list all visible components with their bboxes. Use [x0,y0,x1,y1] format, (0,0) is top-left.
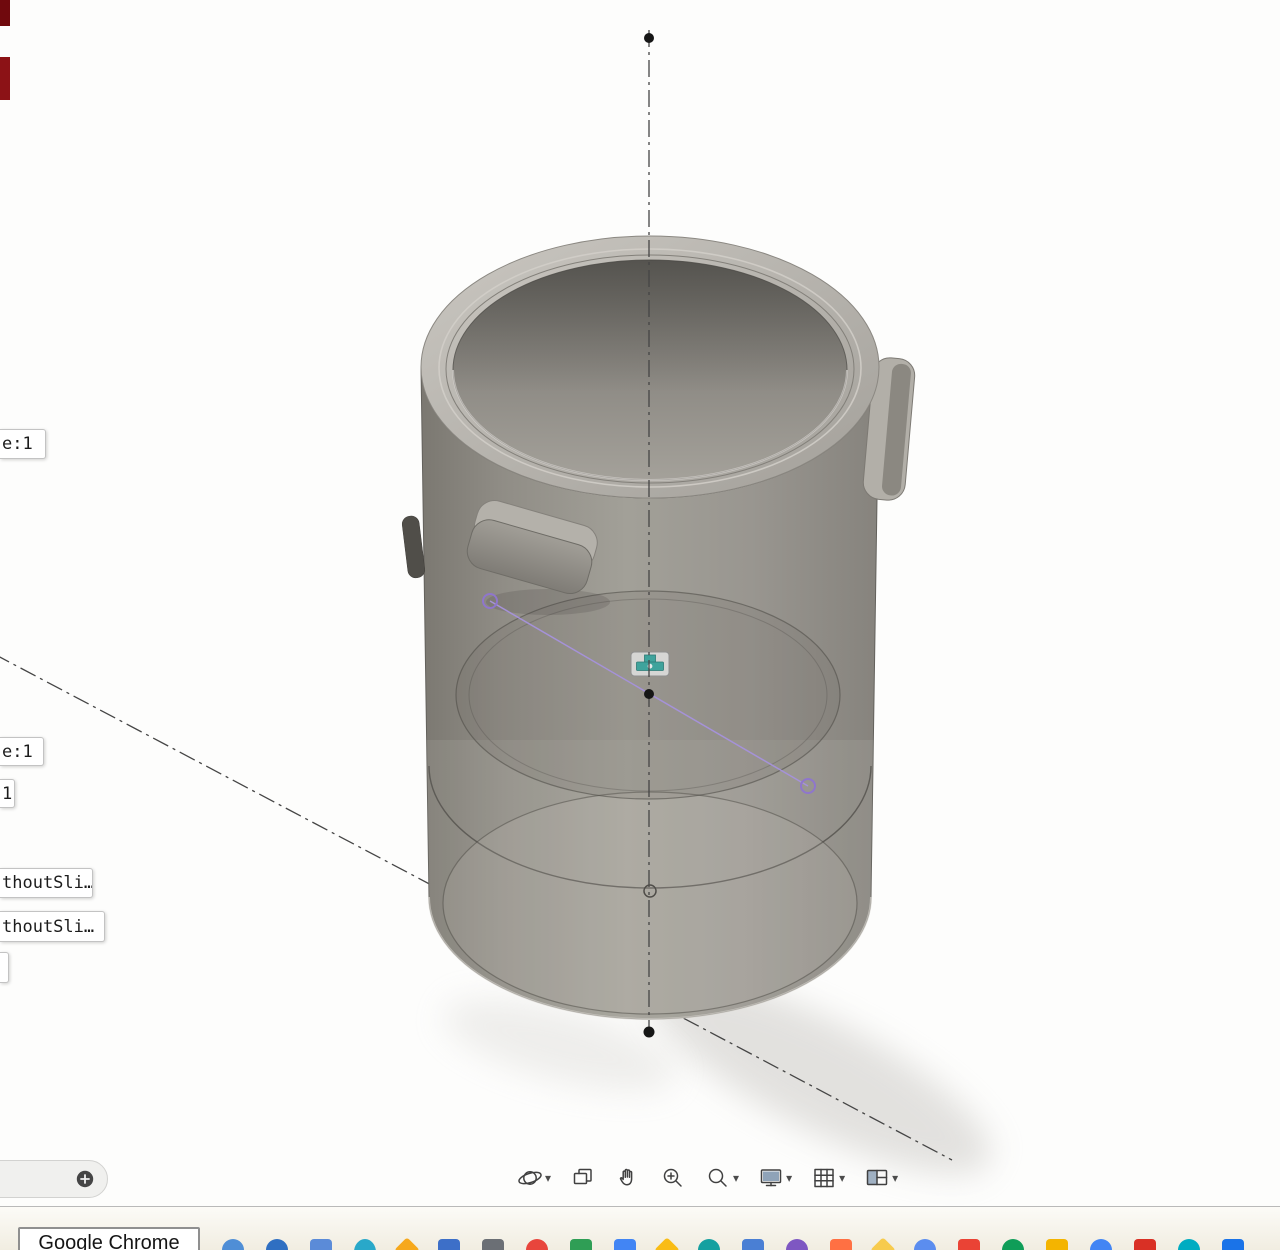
pan-button[interactable] [613,1163,643,1193]
tab-shadow [486,589,610,615]
zoom-button[interactable] [658,1163,688,1193]
3d-scene-canvas[interactable] [0,0,1280,1250]
dock-app-icon[interactable] [482,1239,504,1250]
viewports-icon [866,1169,888,1186]
dock-icon-row [222,1237,1244,1250]
grid-and-snaps-button[interactable]: ▾ [809,1163,847,1193]
side-nub[interactable] [401,515,426,579]
orbit-button[interactable]: ▾ [515,1163,553,1193]
dock-app-icon[interactable] [266,1239,288,1250]
dock-app-icon[interactable] [1090,1239,1112,1250]
dock-app-icon[interactable] [1002,1239,1024,1250]
flag-label: 1 [2,783,13,804]
display-settings-icon [760,1169,782,1187]
dock-app-icon[interactable] [354,1239,376,1250]
timeline-bar [0,1160,108,1198]
fit-button[interactable]: ▾ [703,1163,741,1193]
dock-app-icon[interactable] [742,1239,764,1250]
timeline-flag[interactable]: thoutSli… [0,868,93,898]
chevron-down-icon[interactable]: ▾ [733,1172,739,1184]
chevron-down-icon[interactable]: ▾ [892,1172,898,1184]
dock-app-icon[interactable] [830,1239,852,1250]
timeline-flag[interactable]: e:1 [0,737,44,766]
grid-icon [814,1168,834,1188]
dock-app-icon[interactable] [1178,1239,1200,1250]
flag-label: thoutSli… [2,873,93,893]
cylinder-model[interactable] [401,235,916,1035]
dock-app-icon[interactable] [698,1239,720,1250]
axis-point-middle[interactable] [644,689,654,699]
plus-circle-icon [76,1170,94,1188]
inner-wall-shade [453,260,847,480]
dock-app-icon[interactable] [1222,1239,1244,1250]
fit-magnifier-icon [708,1168,727,1187]
viewports-button[interactable]: ▾ [862,1163,900,1193]
zoom-plus-icon [663,1168,682,1187]
dock-app-icon[interactable] [1046,1239,1068,1250]
timeline-flag[interactable]: 1 [0,779,15,808]
dock-app-icon[interactable] [394,1237,420,1250]
left-edge-red-strip-bottom [0,57,10,100]
axis-point-top[interactable] [644,33,654,43]
left-edge-red-strip-top [0,0,10,26]
dock-app-icon[interactable] [958,1239,980,1250]
dock-app-icon[interactable] [438,1239,460,1250]
flag-label: e:1 [2,434,33,454]
timeline-flag[interactable] [0,952,9,983]
dock-app-icon[interactable] [310,1239,332,1250]
flag-label: e:1 [2,741,33,762]
view-navigation-toolbar: ▾ ▾ ▾ ▾ ▾ [515,1158,900,1198]
look-at-icon [573,1168,592,1185]
flag-label: thoutSli… [2,916,95,937]
add-button[interactable] [75,1169,95,1189]
dock-app-icon[interactable] [570,1239,592,1250]
timeline-flag[interactable]: e:1 [0,429,46,459]
orbit-icon [518,1171,542,1185]
joint-origin-widget[interactable] [630,651,670,677]
display-settings-button[interactable]: ▾ [756,1163,794,1193]
chevron-down-icon[interactable]: ▾ [545,1172,551,1184]
timeline-flag[interactable]: thoutSli… [0,911,105,942]
chevron-down-icon[interactable]: ▾ [786,1172,792,1184]
dock-app-icon[interactable] [1134,1239,1156,1250]
dock-app-icon[interactable] [654,1237,680,1250]
fusion-360-viewport-page: e:1 e:1 1 thoutSli… thoutSli… ▾ ▾ ▾ ▾ ▾ … [0,0,1280,1250]
dock-app-icon[interactable] [870,1237,896,1250]
axis-point-bottom[interactable] [643,1026,655,1038]
dock-app-icon[interactable] [786,1239,808,1250]
dock-app-icon[interactable] [222,1239,244,1250]
dock-app-icon[interactable] [914,1239,936,1250]
dock-app-icon[interactable] [614,1239,636,1250]
look-at-button[interactable] [568,1163,598,1193]
chevron-down-icon[interactable]: ▾ [839,1172,845,1184]
pan-hand-icon [619,1168,633,1186]
dock-tooltip: Google Chrome [18,1227,200,1250]
dock-app-icon[interactable] [526,1239,548,1250]
bottom-interior-edge[interactable] [442,791,858,1015]
